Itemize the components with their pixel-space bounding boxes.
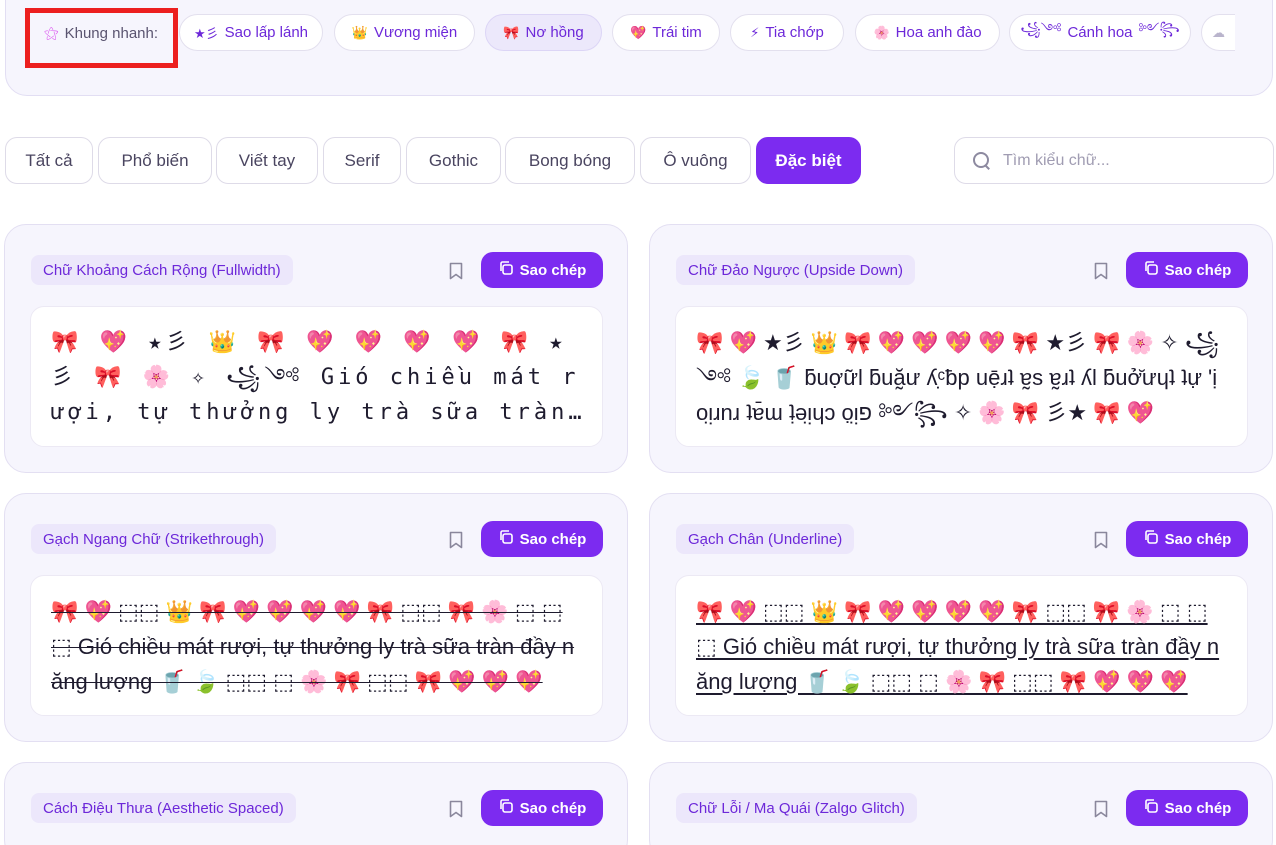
chip-pink-bow[interactable]: 🎀 Nơ hồng [485, 14, 602, 51]
style-card: Gạch Ngang Chữ (Strikethrough) Sao chép … [4, 493, 628, 742]
cherry-blossom-icon: 🌸 [873, 24, 890, 40]
tab-bubble[interactable]: Bong bóng [505, 137, 635, 184]
copy-button[interactable]: Sao chép [481, 790, 603, 826]
copy-icon [1143, 798, 1159, 818]
chip-heart[interactable]: 💖 Trái tim [612, 14, 720, 51]
search-box[interactable] [954, 137, 1274, 184]
style-name-badge: Chữ Đảo Ngược (Upside Down) [676, 255, 915, 285]
style-name-badge: Gạch Chân (Underline) [676, 524, 855, 554]
style-preview[interactable]: 🎀 💖 ⬚⬚ 👑 🎀 💖 💖 💖 💖 🎀 ⬚⬚ 🎀 🌸 ⬚ ⬚⬚ Gió chi… [675, 575, 1248, 716]
style-card: Chữ Đảo Ngược (Upside Down) Sao chép 🎀 💖… [649, 224, 1273, 473]
petal-ornament-icon: ꧁༺ [1020, 21, 1062, 36]
cloud-icon: ☁ [1212, 24, 1225, 40]
copy-icon [498, 260, 514, 280]
style-card: Chữ Lỗi / Ma Quái (Zalgo Glitch) Sao ché… [649, 762, 1273, 845]
style-name-badge: Gạch Ngang Chữ (Strikethrough) [31, 524, 276, 554]
copy-icon [498, 529, 514, 549]
bookmark-icon[interactable] [449, 800, 463, 818]
lightning-icon: ⚡ [750, 24, 760, 40]
bookmark-icon[interactable] [1094, 531, 1108, 549]
copy-button[interactable]: Sao chép [1126, 252, 1248, 288]
search-input[interactable] [1003, 151, 1263, 170]
bookmark-icon[interactable] [449, 262, 463, 280]
chip-petal[interactable]: ꧁༺ Cánh hoa ༻꧂ [1009, 14, 1191, 51]
style-card: Cách Điệu Thưa (Aesthetic Spaced) Sao ch… [4, 762, 628, 845]
chip-lightning[interactable]: ⚡ Tia chớp [730, 14, 844, 51]
chip-sparkle-star[interactable]: ★彡 Sao lấp lánh [179, 14, 323, 51]
bookmark-icon[interactable] [449, 531, 463, 549]
style-card: Chữ Khoảng Cách Rộng (Fullwidth) Sao ché… [4, 224, 628, 473]
copy-icon [1143, 529, 1159, 549]
petal-ornament-icon: ༻꧂ [1138, 21, 1180, 36]
tab-square[interactable]: Ô vuông [640, 137, 751, 184]
highlight-box [25, 8, 178, 68]
preview-text: 🎀 💖 ⬚⬚ 👑 🎀 💖 💖 💖 💖 🎀 ⬚⬚ 🎀 🌸 ⬚ ⬚⬚ Gió chi… [696, 599, 1220, 694]
tab-popular[interactable]: Phổ biến [98, 137, 212, 184]
bow-icon: 🎀 [503, 24, 520, 40]
bookmark-icon[interactable] [1094, 262, 1108, 280]
heart-icon: 💖 [630, 24, 647, 40]
crown-icon: 👑 [351, 24, 368, 40]
tab-all[interactable]: Tất cả [5, 137, 93, 184]
chip-crown[interactable]: 👑 Vương miện [334, 14, 475, 51]
chip-cloud[interactable]: ☁ [1201, 14, 1235, 51]
preview-text: 🎀 💖 ⬚⬚ 👑 🎀 💖 💖 💖 💖 🎀 ⬚⬚ 🎀 🌸 ⬚ ⬚⬚ Gió chi… [51, 599, 575, 694]
tab-serif[interactable]: Serif [323, 137, 401, 184]
preview-text: 🎀 💖 ★彡 👑 🎀 💖 💖 💖 💖 🎀 ★彡 🎀 🌸 ✧ ꧁༺ Gió chi… [51, 330, 580, 425]
bookmark-icon[interactable] [1094, 800, 1108, 818]
tab-gothic[interactable]: Gothic [406, 137, 501, 184]
copy-button[interactable]: Sao chép [481, 521, 603, 557]
style-name-badge: Chữ Khoảng Cách Rộng (Fullwidth) [31, 255, 293, 285]
sparkle-star-icon: ★彡 [193, 26, 219, 41]
tab-handwriting[interactable]: Viết tay [216, 137, 318, 184]
copy-icon [498, 798, 514, 818]
copy-icon [1143, 260, 1159, 280]
style-preview[interactable]: 🎀 💖 ⬚⬚ 👑 🎀 💖 💖 💖 💖 🎀 ⬚⬚ 🎀 🌸 ⬚ ⬚⬚ Gió chi… [30, 575, 603, 716]
tab-special[interactable]: Đặc biệt [756, 137, 861, 184]
style-name-badge: Chữ Lỗi / Ma Quái (Zalgo Glitch) [676, 793, 917, 823]
style-preview[interactable]: 🎀 💖 ★彡 👑 🎀 💖 💖 💖 💖 🎀 ★彡 🎀 🌸 ✧ ꧁༺ Gió chi… [30, 306, 603, 447]
copy-button[interactable]: Sao chép [1126, 790, 1248, 826]
style-preview[interactable]: 🎀 💖 ★彡 👑 🎀 💖 💖 💖 💖 🎀 ★彡 🎀 🌸 ✧ ꧁༺ 🍃 🥤 ƃuợ… [675, 306, 1248, 447]
copy-button[interactable]: Sao chép [481, 252, 603, 288]
style-card: Gạch Chân (Underline) Sao chép 🎀 💖 ⬚⬚ 👑 … [649, 493, 1273, 742]
preview-text: 🎀 💖 ★彡 👑 🎀 💖 💖 💖 💖 🎀 ★彡 🎀 🌸 ✧ ꧁༺ 🍃 🥤 ƃuợ… [696, 330, 1220, 425]
style-name-badge: Cách Điệu Thưa (Aesthetic Spaced) [31, 793, 296, 823]
copy-button[interactable]: Sao chép [1126, 521, 1248, 557]
chip-cherry-blossom[interactable]: 🌸 Hoa anh đào [855, 14, 1000, 51]
search-icon [973, 151, 991, 170]
